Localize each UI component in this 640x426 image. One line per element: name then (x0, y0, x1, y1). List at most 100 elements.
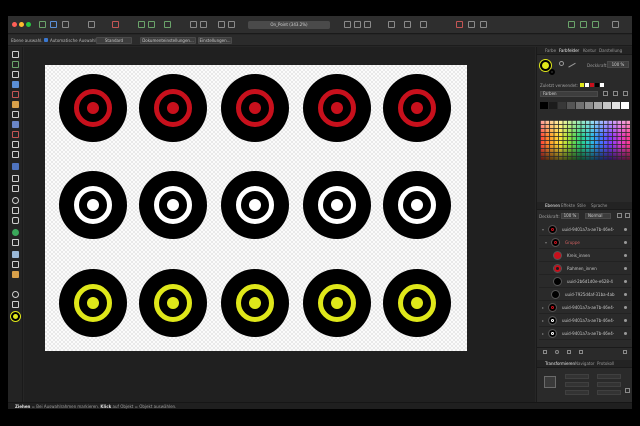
assistant-icon[interactable] (468, 21, 475, 28)
recent-swatch[interactable] (600, 83, 604, 87)
tab-navigator[interactable]: Navigator (575, 361, 595, 366)
layer-row[interactable]: uuid-7925d4af-31ba-4ab (539, 288, 631, 301)
snapping-magnet-icon[interactable] (456, 21, 463, 28)
visibility-icon[interactable] (624, 267, 627, 270)
opacity-value[interactable]: 100 % (607, 61, 629, 68)
anchor-point-selector[interactable] (544, 376, 556, 388)
layer-row[interactable]: uuid-2b6d1d0e-e628-4 (539, 275, 631, 288)
artboard-tool-icon[interactable] (12, 61, 19, 68)
delete-layer-icon[interactable] (623, 350, 627, 354)
persona-designer-icon[interactable] (39, 21, 46, 28)
recent-swatch[interactable] (585, 83, 589, 87)
arrange-front-icon[interactable] (190, 21, 197, 28)
frame-text-tool-icon[interactable] (12, 175, 19, 182)
target-circle[interactable] (303, 269, 371, 337)
visibility-icon[interactable] (624, 254, 627, 257)
recent-swatch[interactable] (590, 83, 594, 87)
rounded-rectangle-tool-icon[interactable] (12, 217, 19, 224)
gradient-tool-icon[interactable] (12, 131, 19, 138)
target-circle[interactable] (59, 269, 127, 337)
corner-tool-icon[interactable] (12, 81, 19, 88)
lock-icon[interactable] (617, 213, 622, 218)
share-icon[interactable] (612, 21, 619, 28)
layer-row[interactable]: ▸ uuid-9401a7a-ae7b-46e4- (539, 314, 631, 327)
target-circle[interactable] (139, 74, 207, 142)
tab-darstellung[interactable]: Darstellung (599, 48, 622, 53)
preview-icon[interactable] (480, 21, 487, 28)
layer-row[interactable]: Kreis_innen (539, 249, 631, 262)
fill-color-swatch[interactable] (11, 312, 20, 321)
group-icon[interactable] (579, 350, 583, 354)
target-circle[interactable] (221, 269, 289, 337)
mask-icon[interactable] (555, 350, 559, 354)
palette-list-icon[interactable] (623, 91, 628, 96)
pen-tool-icon[interactable] (12, 91, 19, 98)
expand-icon[interactable]: ▸ (542, 331, 544, 336)
stroke-swatch[interactable] (549, 69, 555, 75)
studio-panel-icon[interactable] (568, 21, 575, 28)
persona-export-icon[interactable] (62, 21, 69, 28)
target-circle[interactable] (303, 74, 371, 142)
place-image-tool-icon[interactable] (12, 151, 19, 158)
eyedropper-icon[interactable] (566, 59, 576, 68)
visibility-icon[interactable] (624, 306, 627, 309)
swap-colors-icon[interactable] (559, 61, 564, 66)
target-circle[interactable] (139, 269, 207, 337)
arrange-back-icon[interactable] (200, 21, 207, 28)
view-tool-icon[interactable] (12, 301, 19, 308)
rectangle-tool-icon[interactable] (12, 207, 19, 214)
node-tool-icon[interactable] (12, 71, 19, 78)
vector-brush-tool-icon[interactable] (12, 111, 19, 118)
flip-icon[interactable] (228, 21, 235, 28)
target-circle[interactable] (59, 171, 127, 239)
document-settings-button[interactable]: Dokumenteinstellungen... (140, 37, 196, 44)
snapping-grid-icon[interactable] (148, 21, 155, 28)
layer-opacity-field[interactable]: 100 % (561, 213, 579, 219)
transparency-tool-icon[interactable] (12, 141, 19, 148)
palette-menu-icon[interactable] (603, 91, 608, 96)
move-icon[interactable] (404, 21, 411, 28)
tab-ebenen[interactable]: Ebenen (545, 203, 560, 208)
layer-row[interactable]: Rahmen_innen (539, 262, 631, 275)
expand-icon[interactable]: ▸ (542, 318, 544, 323)
slice-tool-icon[interactable] (12, 261, 19, 268)
expand-icon[interactable]: ▸ (542, 305, 544, 310)
align-icon[interactable] (164, 21, 171, 28)
expand-icon[interactable]: ▾ (542, 227, 544, 232)
zoom-window-icon[interactable] (26, 22, 31, 27)
transform-options-icon[interactable] (625, 388, 630, 393)
grayscale-swatches[interactable] (540, 102, 630, 117)
tab-sprache[interactable]: Sprache (591, 203, 607, 208)
add-layer-icon[interactable] (543, 350, 547, 354)
selection-mode-select[interactable]: Standard (96, 37, 132, 44)
tab-transformieren[interactable]: Transformieren (545, 361, 575, 366)
move-tool-icon[interactable] (12, 51, 19, 58)
color-swatch-grid[interactable] (540, 120, 630, 160)
visibility-icon[interactable] (624, 241, 627, 244)
swatches-toggle-icon[interactable] (592, 21, 599, 28)
layer-row[interactable]: ▸ uuid-9401a7a-ae7b-46e4- (539, 327, 631, 340)
blend-mode-select[interactable]: Normal (585, 213, 611, 219)
shear-field[interactable] (597, 390, 621, 395)
visibility-icon[interactable] (624, 228, 627, 231)
settings-button[interactable]: Einstellungen... (198, 37, 232, 44)
artistic-text-tool-icon[interactable] (12, 185, 19, 192)
zoom-tool-icon[interactable] (12, 291, 19, 298)
target-circle[interactable] (59, 74, 127, 142)
shape-builder-tool-icon[interactable] (12, 251, 19, 258)
palette-select[interactable]: Farben (540, 91, 598, 97)
target-circle[interactable] (383, 269, 451, 337)
fill-tool-icon[interactable] (12, 121, 19, 128)
tab-farbe[interactable]: Farbe (545, 48, 556, 53)
color-wheel-icon[interactable] (112, 21, 119, 28)
visibility-icon[interactable] (624, 280, 627, 283)
palette-grid-icon[interactable] (613, 91, 618, 96)
x-position-field[interactable] (565, 374, 589, 379)
tab-kontur[interactable]: Kontur (583, 48, 596, 53)
expand-icon[interactable]: ▾ (545, 240, 547, 245)
target-circle[interactable] (221, 171, 289, 239)
artboard[interactable] (45, 65, 467, 351)
recent-swatch[interactable] (595, 83, 599, 87)
color-picker-tool-icon[interactable] (12, 229, 19, 236)
target-circle[interactable] (303, 171, 371, 239)
